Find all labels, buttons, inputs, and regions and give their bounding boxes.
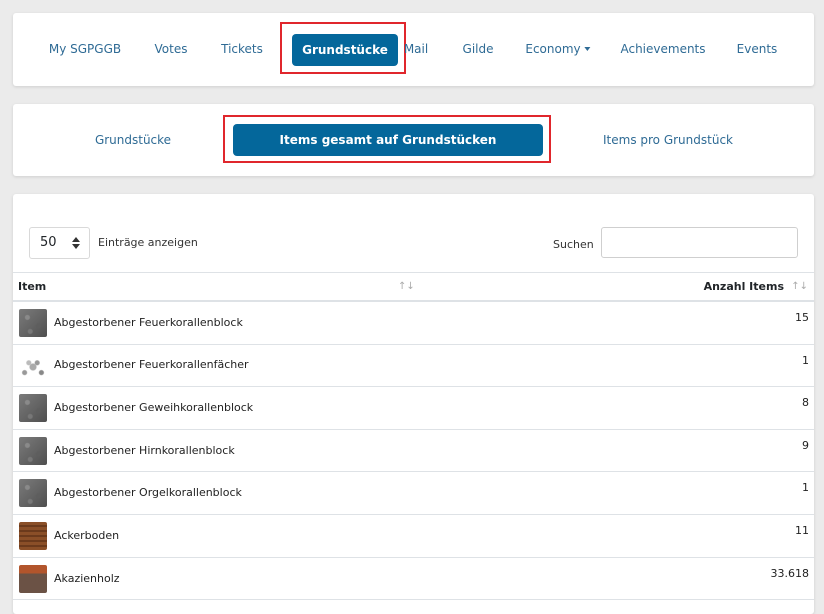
table-row: Abgestorbener Orgelkorallenblock 1 [13, 472, 814, 515]
nav-grundstuecke-highlight: Grundstücke [280, 22, 406, 74]
table-row: Abgestorbener Geweihkorallenblock 8 [13, 387, 814, 430]
nav-mail[interactable]: Mail [404, 42, 428, 56]
nav-achievements[interactable]: Achievements [620, 42, 705, 56]
main-nav: My SGPGGB Votes Tickets Grundstücke Mail… [13, 13, 814, 86]
table-row: Abgestorbener Feuerkorallenfächer 1 [13, 345, 814, 387]
table-row: Abgestorbener Hirnkorallenblock 9 [13, 430, 814, 472]
items-table-card: 50 Einträge anzeigen Suchen Item ↑↓ Anza… [13, 194, 814, 614]
subnav-grundstuecke[interactable]: Grundstücke [95, 133, 171, 147]
entries-length-select[interactable]: 50 [29, 227, 90, 259]
dead-brain-coral-block-icon [19, 437, 47, 465]
table-row: Ackerboden 11 [13, 515, 814, 558]
sort-asc-icon[interactable]: ↑↓ [398, 281, 415, 292]
column-header-anzahl[interactable]: Anzahl Items [704, 280, 784, 293]
dead-fire-coral-fan-icon [19, 353, 47, 381]
entries-length-label: Einträge anzeigen [98, 236, 198, 249]
table-header: Item ↑↓ Anzahl Items ↑↓ [13, 272, 814, 302]
nav-economy[interactable]: Economy [525, 42, 591, 56]
search-label: Suchen [553, 238, 594, 251]
nav-tickets[interactable]: Tickets [221, 42, 263, 56]
nav-votes[interactable]: Votes [155, 42, 188, 56]
column-header-item[interactable]: Item [18, 280, 46, 293]
dead-tube-coral-block-icon [19, 479, 47, 507]
nav-my-sgpggb[interactable]: My SGPGGB [49, 42, 121, 56]
nav-events[interactable]: Events [737, 42, 778, 56]
table-row: Akazienholz 33.618 [13, 558, 814, 600]
farmland-icon [19, 522, 47, 550]
nav-grundstuecke[interactable]: Grundstücke [292, 34, 398, 66]
sub-nav: Grundstücke Items gesamt auf Grundstücke… [13, 104, 814, 176]
subnav-items-gesamt-highlight: Items gesamt auf Grundstücken [223, 115, 551, 163]
caret-down-icon [584, 47, 591, 51]
table-row: Abgestorbener Feuerkorallenblock 15 [13, 302, 814, 345]
nav-gilde[interactable]: Gilde [463, 42, 494, 56]
dead-horn-coral-block-icon [19, 394, 47, 422]
subnav-items-pro-grundstueck[interactable]: Items pro Grundstück [603, 133, 733, 147]
search-input[interactable] [601, 227, 798, 258]
acacia-wood-icon [19, 565, 47, 593]
select-arrows-icon [72, 237, 80, 249]
sort-icon[interactable]: ↑↓ [791, 281, 808, 292]
dead-fire-coral-block-icon [19, 309, 47, 337]
subnav-items-gesamt[interactable]: Items gesamt auf Grundstücken [233, 124, 543, 156]
